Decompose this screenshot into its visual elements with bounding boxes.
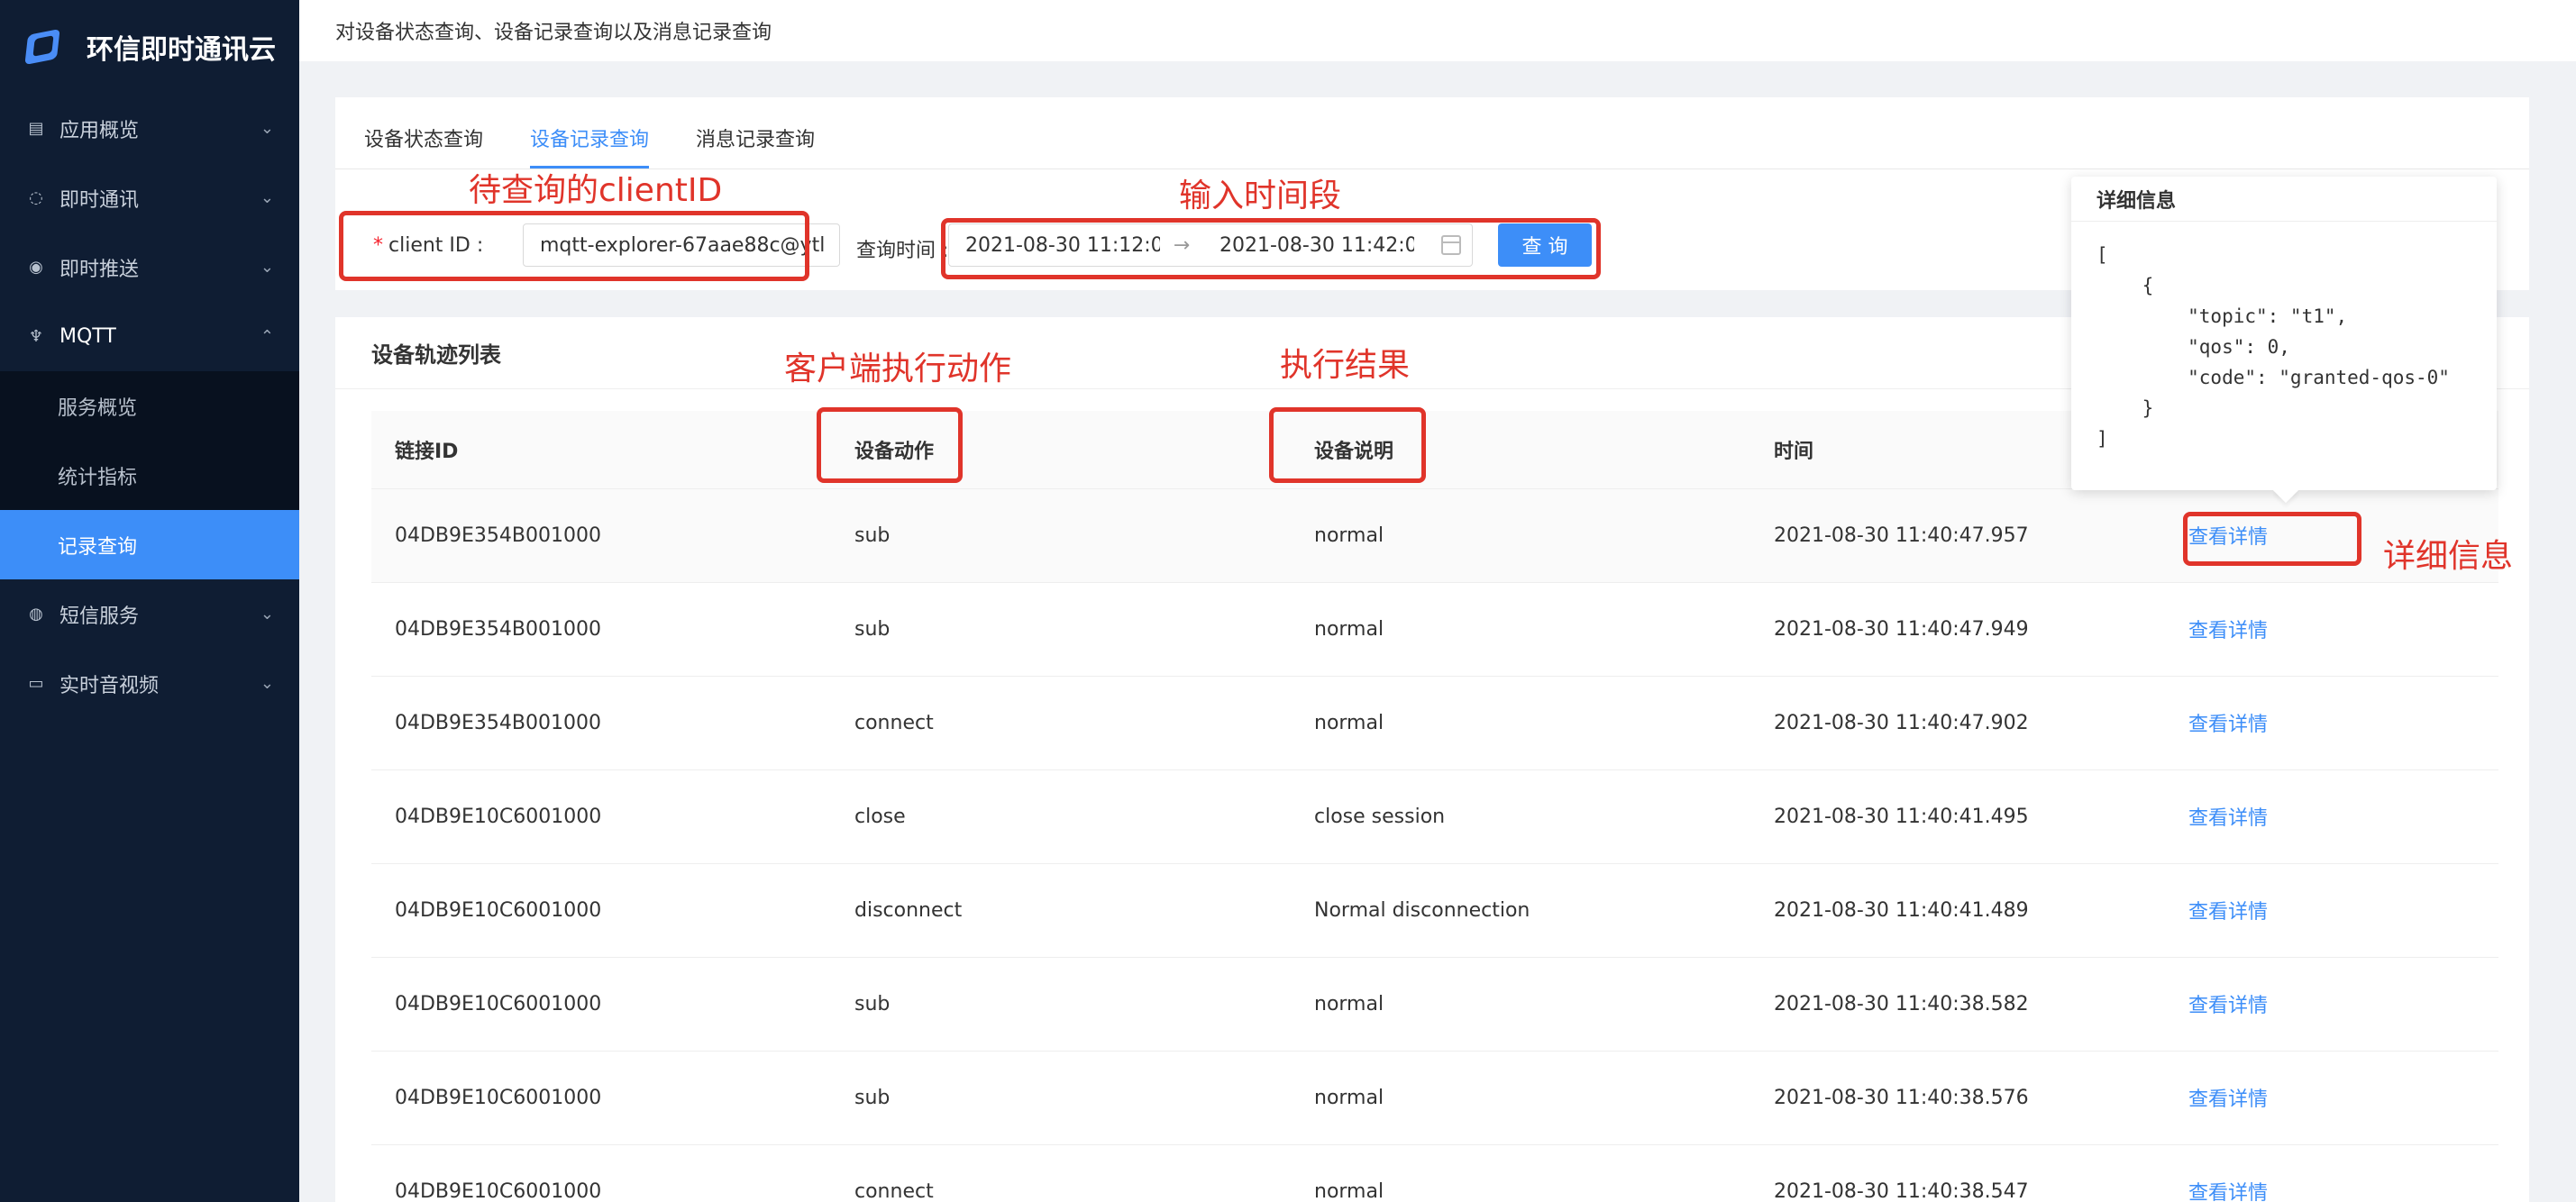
sidebar-subitem-record-query[interactable]: 记录查询	[0, 510, 299, 579]
table-row: 04DB9E10C6001000 sub normal 2021-08-30 1…	[371, 957, 2498, 1052]
cell-desc: normal	[1291, 488, 1750, 583]
chevron-down-icon: ⌄	[260, 674, 274, 693]
annotation-box-action	[817, 407, 963, 483]
column-connection-id: 链接ID	[371, 411, 831, 489]
popover-title: 详细信息	[2071, 177, 2497, 222]
cell-time: 2021-08-30 11:40:38.576	[1750, 1051, 2165, 1145]
list-icon: ▤	[28, 119, 44, 138]
sidebar-item-label: 短信服务	[59, 605, 140, 628]
annotation-result: 执行结果	[1280, 347, 1411, 384]
table-row: 04DB9E354B001000 connect normal 2021-08-…	[371, 676, 2498, 770]
cell-id: 04DB9E10C6001000	[371, 769, 831, 864]
sidebar-item-label: 实时音视频	[59, 674, 160, 697]
chevron-down-icon: ⌄	[260, 119, 274, 138]
cell-time: 2021-08-30 11:40:47.957	[1750, 488, 2165, 583]
sidebar-item-app-overview[interactable]: ▤ 应用概览 ⌄	[0, 94, 299, 163]
sidebar-item-sms[interactable]: ◍ 短信服务 ⌄	[0, 579, 299, 649]
sidebar-item-label: 即时推送	[59, 258, 140, 281]
cell-desc: close session	[1291, 769, 1750, 864]
sidebar-subitem-stats[interactable]: 统计指标	[0, 441, 299, 510]
table-row: 04DB9E10C6001000 disconnect Normal disco…	[371, 863, 2498, 958]
view-detail-link[interactable]: 查看详情	[2165, 1144, 2498, 1202]
cell-action: connect	[831, 1144, 1291, 1202]
cell-id: 04DB9E354B001000	[371, 676, 831, 770]
app-title: 环信即时通讯云	[87, 34, 276, 66]
view-detail-link[interactable]: 查看详情	[2165, 1051, 2498, 1145]
query-time-label: 查询时间 :	[856, 240, 949, 262]
cell-desc: normal	[1291, 676, 1750, 770]
sidebar-item-im[interactable]: ◌ 即时通讯 ⌄	[0, 163, 299, 232]
annotation-box-client-id	[339, 211, 809, 281]
cell-action: sub	[831, 582, 1291, 677]
sidebar: 环信即时通讯云 ▤ 应用概览 ⌄ ◌ 即时通讯 ⌄ ◉ 即时推送 ⌄ ♆ MQT…	[0, 0, 299, 1202]
cell-id: 04DB9E354B001000	[371, 582, 831, 677]
chevron-down-icon: ⌄	[260, 258, 274, 277]
sidebar-item-rtc[interactable]: ▭ 实时音视频 ⌄	[0, 649, 299, 718]
cell-id: 04DB9E10C6001000	[371, 1144, 831, 1202]
annotation-box-time-range	[941, 218, 1601, 279]
tab-message-records[interactable]: 消息记录查询	[696, 123, 815, 168]
view-detail-link[interactable]: 查看详情	[2165, 863, 2498, 958]
cell-id: 04DB9E10C6001000	[371, 1051, 831, 1145]
popover-json: [ { "topic": "t1", "qos": 0, "code": "gr…	[2096, 244, 2450, 450]
cell-time: 2021-08-30 11:40:47.902	[1750, 676, 2165, 770]
tab-bar: 设备状态查询 设备记录查询 消息记录查询	[335, 97, 2529, 169]
sidebar-subitem-service-overview[interactable]: 服务概览	[0, 371, 299, 441]
cell-action: close	[831, 769, 1291, 864]
cell-time: 2021-08-30 11:40:47.949	[1750, 582, 2165, 677]
cell-id: 04DB9E10C6001000	[371, 863, 831, 958]
cell-action: sub	[831, 488, 1291, 583]
table-row: 04DB9E354B001000 sub normal 2021-08-30 1…	[371, 582, 2498, 677]
sms-icon: ◍	[29, 605, 43, 624]
chevron-up-icon: ⌃	[260, 327, 274, 346]
annotation-time-range: 输入时间段	[1179, 178, 1342, 214]
device-track-table: 链接ID 设备动作 设备说明 时间 04DB9E354B001000 sub n…	[371, 411, 2498, 1202]
cell-desc: normal	[1291, 582, 1750, 677]
view-detail-link[interactable]: 查看详情	[2165, 582, 2498, 677]
broadcast-icon: ◉	[29, 258, 43, 277]
cell-desc: normal	[1291, 1051, 1750, 1145]
cell-action: sub	[831, 1051, 1291, 1145]
cell-desc: Normal disconnection	[1291, 863, 1750, 958]
annotation-detail: 详细信息	[2383, 538, 2514, 575]
view-detail-link[interactable]: 查看详情	[2165, 676, 2498, 770]
cell-id: 04DB9E354B001000	[371, 488, 831, 583]
cell-time: 2021-08-30 11:40:38.582	[1750, 957, 2165, 1052]
tab-device-records[interactable]: 设备记录查询	[530, 123, 650, 168]
sidebar-item-push[interactable]: ◉ 即时推送 ⌄	[0, 232, 299, 302]
annotation-action: 客户端执行动作	[784, 351, 1012, 387]
detail-popover: 详细信息 [ { "topic": "t1", "qos": 0, "code"…	[2071, 177, 2497, 504]
chat-icon: ◌	[29, 188, 43, 207]
logo-icon	[22, 26, 69, 68]
cell-time: 2021-08-30 11:40:41.495	[1750, 769, 2165, 864]
logo[interactable]: 环信即时通讯云	[0, 0, 299, 94]
video-icon: ▭	[28, 674, 44, 693]
chevron-down-icon: ⌄	[260, 188, 274, 207]
page-description: 对设备状态查询、设备记录查询以及消息记录查询	[299, 0, 2576, 61]
cell-id: 04DB9E10C6001000	[371, 957, 831, 1052]
chevron-down-icon: ⌄	[260, 605, 274, 624]
table-row: 04DB9E10C6001000 connect normal 2021-08-…	[371, 1144, 2498, 1202]
table-row: 04DB9E10C6001000 close close session 202…	[371, 769, 2498, 864]
cell-desc: normal	[1291, 1144, 1750, 1202]
annotation-client-id: 待查询的clientID	[469, 172, 723, 209]
view-detail-link[interactable]: 查看详情	[2165, 957, 2498, 1052]
annotation-box-result	[1269, 407, 1426, 483]
table-row: 04DB9E354B001000 sub normal 2021-08-30 1…	[371, 488, 2498, 583]
cell-action: connect	[831, 676, 1291, 770]
cell-action: sub	[831, 957, 1291, 1052]
view-detail-link[interactable]: 查看详情	[2165, 769, 2498, 864]
tab-device-status[interactable]: 设备状态查询	[364, 123, 483, 168]
cell-action: disconnect	[831, 863, 1291, 958]
cell-time: 2021-08-30 11:40:41.489	[1750, 863, 2165, 958]
sidebar-item-label: 即时通讯	[59, 188, 140, 212]
sidebar-item-label: MQTT	[59, 325, 116, 348]
cell-time: 2021-08-30 11:40:38.547	[1750, 1144, 2165, 1202]
sidebar-item-mqtt[interactable]: ♆ MQTT ⌃	[0, 302, 299, 371]
cell-desc: normal	[1291, 957, 1750, 1052]
annotation-box-detail-link	[2183, 512, 2361, 566]
table-row: 04DB9E10C6001000 sub normal 2021-08-30 1…	[371, 1051, 2498, 1145]
sidebar-item-label: 应用概览	[59, 119, 140, 142]
rocket-icon: ♆	[28, 327, 44, 346]
